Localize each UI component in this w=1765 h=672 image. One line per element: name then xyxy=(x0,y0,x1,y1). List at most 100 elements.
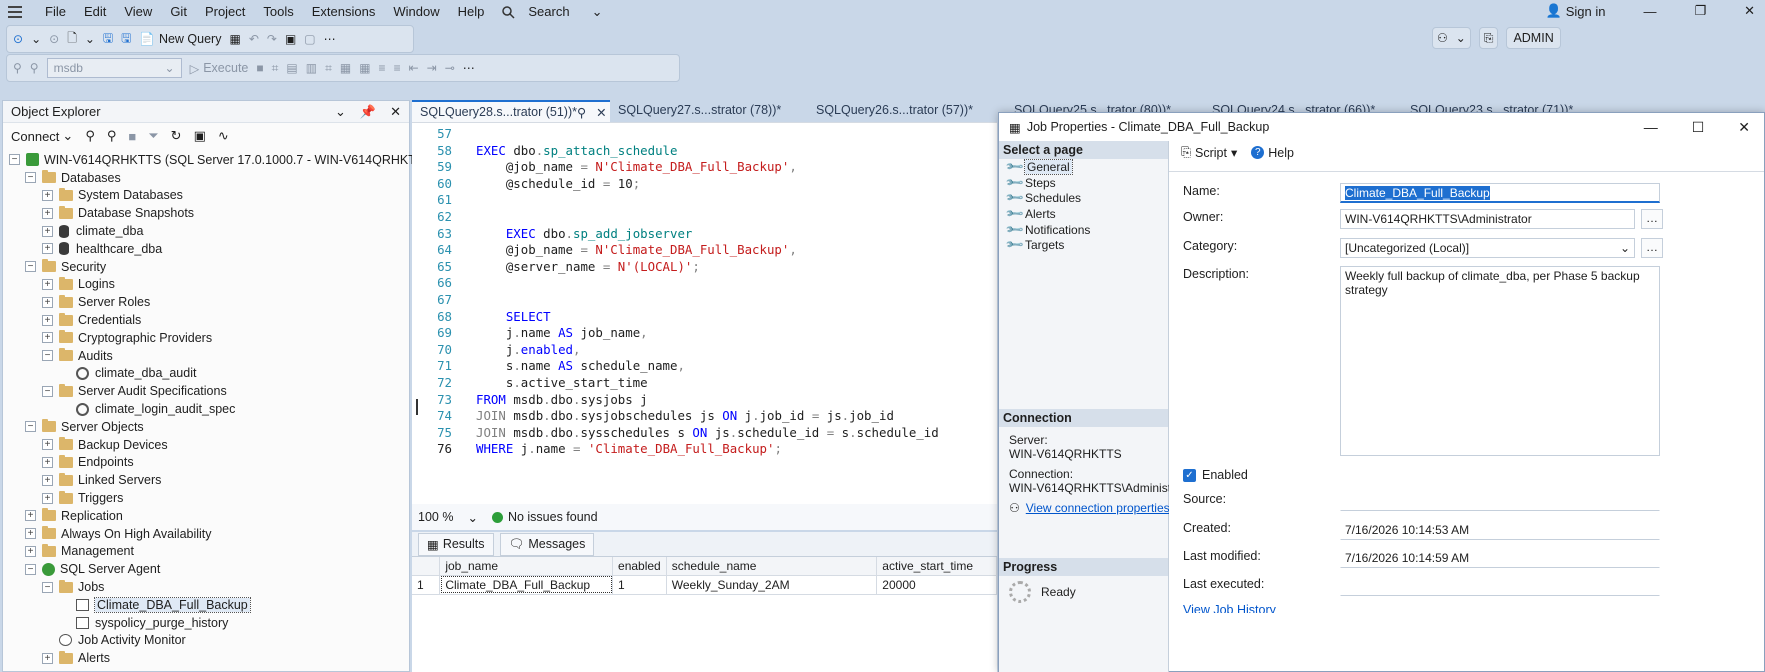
expand-icon[interactable]: + xyxy=(42,492,53,504)
restore-icon[interactable]: ❐ xyxy=(1694,3,1706,19)
page-notifications[interactable]: 🔧 Notifications xyxy=(999,219,1168,239)
share-button[interactable]: ⎘ xyxy=(1478,27,1499,49)
minimize-icon[interactable]: — xyxy=(1644,119,1658,136)
menu-git[interactable]: Git xyxy=(161,4,196,20)
back-icon[interactable]: ⊙ xyxy=(13,32,23,46)
column-header[interactable]: schedule_name xyxy=(666,557,878,576)
row-number[interactable]: 1 xyxy=(412,575,441,595)
results-to-grid-icon[interactable]: ▦ xyxy=(340,61,351,75)
view-connection-properties-link[interactable]: View connection properties xyxy=(1026,501,1169,515)
forward-icon[interactable]: ⊙ xyxy=(49,32,59,46)
new-query-button[interactable]: 📄 New Query xyxy=(139,32,221,47)
tab-sqlquery28[interactable]: SQLQuery28.s...trator (51))* ⚲ ✕ xyxy=(412,100,610,122)
save-icon[interactable]: 🖫 xyxy=(103,29,113,50)
undo-icon[interactable]: ↶ xyxy=(249,32,259,46)
sign-in-button[interactable]: 👤 Sign in xyxy=(1546,3,1606,19)
description-textarea[interactable]: Weekly full backup of climate_dba, per P… xyxy=(1340,266,1660,456)
results-to-file-icon[interactable]: ▦ xyxy=(359,61,370,75)
save-all-icon[interactable]: 🖫 xyxy=(121,29,131,50)
stop-icon[interactable]: ■ xyxy=(256,61,263,75)
tree-node-jobs[interactable]: − Jobs xyxy=(3,578,409,596)
collapse-icon[interactable]: − xyxy=(25,172,36,184)
column-header[interactable]: active_start_time xyxy=(876,557,997,576)
collapse-icon[interactable]: − xyxy=(42,385,53,397)
indent-icon[interactable]: ⇤ xyxy=(409,61,419,75)
uncomment-icon[interactable]: ≡ xyxy=(394,61,401,75)
filter-icon[interactable]: ⏷ xyxy=(148,128,158,144)
outdent-icon[interactable]: ⇥ xyxy=(427,61,437,75)
tree-node-climate-dba[interactable]: + climate_dba xyxy=(3,222,409,240)
tree-node-endpoints[interactable]: + Endpoints xyxy=(3,454,409,472)
search-menu[interactable]: Search ⌄ xyxy=(493,4,620,20)
table-row[interactable]: 1 Climate_DBA_Full_Backup 1 Weekly_Sunda… xyxy=(412,575,997,595)
tree-node-always-on[interactable]: + Always On High Availability xyxy=(3,525,409,543)
close-icon[interactable]: ✕ xyxy=(596,105,606,120)
solution-icon[interactable]: ▢ xyxy=(304,32,315,46)
redo-icon[interactable]: ↷ xyxy=(267,32,277,46)
disconnect-icon[interactable]: ⚲ xyxy=(107,128,117,144)
new-file-icon[interactable]: 🗋 xyxy=(67,29,77,50)
menu-help[interactable]: Help xyxy=(449,4,494,20)
tree-node-management[interactable]: + Management xyxy=(3,543,409,561)
tree-node-job-syspolicy[interactable]: syspolicy_purge_history xyxy=(3,614,409,632)
table-cell[interactable]: Climate_DBA_Full_Backup xyxy=(439,575,614,595)
expand-icon[interactable]: + xyxy=(42,456,53,468)
menu-edit[interactable]: Edit xyxy=(75,4,115,20)
tree-node-crypto[interactable]: + Cryptographic Providers xyxy=(3,329,409,347)
display-plan-icon[interactable]: ▤ xyxy=(286,61,297,75)
table-cell[interactable]: 20000 xyxy=(876,575,997,595)
issues-status[interactable]: No issues found xyxy=(491,510,598,524)
tree-node-server-audit-specs[interactable]: − Server Audit Specifications xyxy=(3,382,409,400)
tree-node-job-climate[interactable]: Climate_DBA_Full_Backup xyxy=(3,596,409,614)
page-steps[interactable]: 🔧 Steps xyxy=(999,172,1168,192)
expand-icon[interactable]: + xyxy=(42,474,53,486)
column-header[interactable]: enabled xyxy=(612,557,667,576)
table-cell[interactable]: 1 xyxy=(612,575,667,595)
collapse-icon[interactable]: − xyxy=(25,421,36,433)
expand-icon[interactable]: + xyxy=(25,528,36,540)
tree-node-alerts[interactable]: + Alerts xyxy=(3,649,409,667)
tab-results[interactable]: ▦ Results xyxy=(418,532,494,556)
disconnect-icon[interactable]: ⚲ xyxy=(30,61,39,75)
menu-extensions[interactable]: Extensions xyxy=(303,4,385,20)
category-browse-button[interactable]: … xyxy=(1641,238,1663,258)
tab-sqlquery26[interactable]: SQLQuery26.s...trator (57))* xyxy=(808,100,1006,122)
stop-icon[interactable]: ■ xyxy=(128,129,136,144)
tree-node-linked-servers[interactable]: + Linked Servers xyxy=(3,471,409,489)
sql-editor[interactable]: 57 58 EXEC dbo.sp_attach_schedule 59 @job… xyxy=(412,122,997,504)
tree-node-triggers[interactable]: + Triggers xyxy=(3,489,409,507)
menu-tools[interactable]: Tools xyxy=(254,4,302,20)
table-cell[interactable]: Weekly_Sunday_2AM xyxy=(666,575,878,595)
page-alerts[interactable]: 🔧 Alerts xyxy=(999,203,1168,223)
tree-node-logins[interactable]: + Logins xyxy=(3,276,409,294)
tree-node-climate-login-audit-spec[interactable]: climate_login_audit_spec xyxy=(3,400,409,418)
pin-icon[interactable]: 📌 xyxy=(360,104,376,120)
tree-node-job-activity-monitor[interactable]: Job Activity Monitor xyxy=(3,632,409,650)
page-general[interactable]: 🔧 General xyxy=(999,156,1168,177)
expand-icon[interactable]: + xyxy=(42,243,53,255)
tab-sqlquery27[interactable]: SQLQuery27.s...strator (78))* xyxy=(610,100,808,122)
specify-values-icon[interactable]: ⊸ xyxy=(445,61,455,75)
expand-icon[interactable]: + xyxy=(42,439,53,451)
tree-node-server-roles[interactable]: + Server Roles xyxy=(3,293,409,311)
database-select[interactable]: msdb ⌄ xyxy=(46,58,182,78)
tree-node-audits[interactable]: − Audits xyxy=(3,347,409,365)
tab-messages[interactable]: 🗨 Messages xyxy=(499,532,595,556)
tree-node-credentials[interactable]: + Credentials xyxy=(3,311,409,329)
connect-icon[interactable]: ⚲ xyxy=(13,61,22,75)
expand-icon[interactable]: + xyxy=(42,314,53,326)
script-button[interactable]: ⎘ Script ▾ xyxy=(1181,145,1237,160)
copilot-button[interactable]: ⚇ ⌄ xyxy=(1432,27,1471,49)
close-icon[interactable]: ✕ xyxy=(1744,3,1755,19)
collapse-icon[interactable]: − xyxy=(9,154,20,166)
tree-node-databases[interactable]: − Databases xyxy=(3,169,409,187)
tree-node-database-snapshots[interactable]: + Database Snapshots xyxy=(3,204,409,222)
tree-node-backup-devices[interactable]: + Backup Devices xyxy=(3,436,409,454)
chevron-down-icon[interactable]: ⌄ xyxy=(31,32,41,46)
tree-node-climate-dba-audit[interactable]: climate_dba_audit xyxy=(3,365,409,383)
close-icon[interactable]: ✕ xyxy=(390,104,401,120)
menu-window[interactable]: Window xyxy=(384,4,448,20)
collapse-icon[interactable]: − xyxy=(25,261,36,273)
connect-button[interactable]: Connect ⌄ xyxy=(11,128,73,144)
help-button[interactable]: ? Help xyxy=(1251,146,1294,160)
